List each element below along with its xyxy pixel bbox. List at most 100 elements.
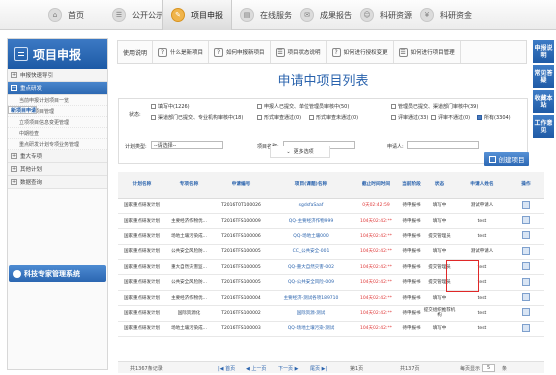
per-page-unit: 条	[502, 366, 508, 372]
first-page-button[interactable]: |◀ 首页	[218, 365, 235, 372]
prev-page-button[interactable]: ◀ 上一页	[246, 365, 266, 372]
plan-type-select[interactable]: --请选择--	[151, 141, 223, 149]
last-page-button[interactable]: 尾页 ▶|	[310, 365, 327, 372]
status-checkbox[interactable]: 形式审查未通过(0)	[309, 114, 358, 121]
page-count: 共137页	[400, 366, 420, 372]
right-nav-button[interactable]: 常见答疑	[533, 65, 554, 88]
sidebar-section[interactable]: + 重大专项	[8, 150, 107, 163]
table-cell[interactable]: 国际资源-测试	[270, 305, 352, 322]
status-checkbox[interactable]: 申报人已提交、单位管理员审核中(50)	[257, 103, 349, 110]
table-header-cell: 截止时间时间	[352, 172, 400, 199]
table-cell: 104天02:42:**	[352, 228, 400, 245]
table-cell: T2016TFS100005	[212, 274, 270, 291]
sidebar-menu: +申报快速导引−重点研发当前申报计划项目一览新项目申请已立项项目管理立项项目信息…	[8, 69, 107, 189]
right-nav-button[interactable]: 收藏本站	[533, 90, 554, 113]
edit-icon[interactable]	[522, 200, 530, 209]
toolbar-help-link[interactable]: ? 如何进行授权变更	[327, 41, 394, 63]
more-options-toggle[interactable]: ⌄ 更多选项	[270, 146, 330, 158]
sidebar-item[interactable]: 重点研发计划专项业务管理	[8, 139, 107, 150]
next-page-button[interactable]: 下一页 ▶	[278, 365, 298, 372]
status-checkbox[interactable]: 管理员已提交、渠道部门审核中(39)	[391, 103, 478, 110]
sidebar-item[interactable]: 中期检查	[8, 128, 107, 139]
sidebar-section[interactable]: − 重点研发	[8, 82, 107, 95]
table-cell[interactable]: QQ-公共安全风险-009	[270, 274, 352, 291]
status-checkbox[interactable]: 评审通过(33)	[391, 114, 428, 121]
table-cell: 填写中	[423, 321, 456, 338]
table-cell: 公共安全风险防...	[166, 274, 212, 291]
sidebar-item[interactable]: 立项项目信息变更管理	[8, 117, 107, 128]
table-cell: 国家重点研发计划	[118, 290, 166, 307]
collapse-icon: −	[11, 85, 17, 91]
topnav-chat[interactable]: ✉ 成果报告	[300, 0, 352, 30]
topnav-announce[interactable]: ☰ 公开公示	[112, 0, 164, 30]
table-cell: 0天02:42:59	[352, 198, 400, 214]
project-table: 计划名称 专项名称 申请编号 项目(课题)名称 截止时间时间 当前阶段 状态 申请人姓名 操作 …	[118, 172, 544, 338]
edit-icon[interactable]	[522, 293, 530, 302]
right-nav-button[interactable]: 工作意见	[533, 115, 554, 138]
table-cell[interactable]: QQ-主要经济作物999	[270, 213, 352, 230]
sidebar-section[interactable]: + 申报快速导引	[8, 69, 107, 82]
user-icon: ☺	[360, 8, 374, 22]
create-project-button[interactable]: 创建项目	[484, 152, 529, 166]
sidebar-title: 项目申报	[33, 47, 82, 62]
edit-icon[interactable]	[522, 216, 530, 225]
status-checkbox[interactable]: 填写中(1226)	[151, 103, 190, 110]
toolbar-help-link[interactable]: ☰ 如何进行项目管理	[394, 41, 461, 63]
status-checkbox[interactable]: 形式审查通过(0)	[257, 114, 301, 121]
table-header-cell: 申请编号	[212, 172, 270, 199]
table-cell: 主要经济作物优...	[166, 290, 212, 307]
table-cell	[508, 213, 544, 230]
status-checkbox[interactable]: 评审不通过(0)	[431, 114, 470, 121]
table-cell[interactable]: 主要经济-测试各项189710	[270, 290, 352, 307]
sidebar-section-label: 重大专项	[20, 154, 43, 160]
edit-icon[interactable]	[522, 323, 530, 332]
per-page-select[interactable]: 5	[482, 364, 496, 372]
plan-type-value: --请选择--	[154, 142, 177, 149]
list-icon: ☰	[275, 47, 285, 57]
edit-icon[interactable]	[522, 231, 530, 240]
toolbar-link-label: 如何进行授权变更	[343, 50, 388, 56]
topnav-pencil[interactable]: ✎ 项目申报	[162, 0, 232, 30]
edit-icon[interactable]	[522, 246, 530, 255]
table-row: 国家重点研发计划 主要经济作物优... T2016TFS100004 主要经济-测试各…	[118, 290, 544, 307]
table-cell: 重大自然灾害监...	[166, 259, 212, 276]
page-title: 申请中项目列表	[277, 74, 369, 89]
topnav-label: 科研资源	[380, 10, 412, 20]
table-cell	[508, 305, 544, 322]
toolbar-help-link[interactable]: ☰ 项目状态说明	[271, 41, 327, 63]
more-options-label: 更多选项	[293, 149, 314, 155]
status-checkbox-label: 申报人已提交、单位管理员审核中(50)	[264, 104, 350, 110]
edit-icon[interactable]	[522, 262, 530, 271]
topnav-money[interactable]: ¥ 科研资金	[420, 0, 472, 30]
status-checkbox[interactable]: 渠道部门已提交、专业机构审核中(18)	[151, 114, 243, 121]
toolbar-link-label: 如何进行项目管理	[410, 50, 455, 56]
chevron-down-icon: ⌄	[286, 148, 291, 155]
table-cell: 场地土壤污染成...	[166, 228, 212, 245]
table-cell[interactable]: QQ-重大自然灾害-002	[270, 259, 352, 276]
sidebar-section[interactable]: + 数据查询	[8, 176, 107, 189]
status-checkbox[interactable]: 所有(3304)	[477, 114, 511, 121]
table-cell: 待申报书	[400, 274, 423, 291]
table-cell[interactable]: CC_公共安全-001	[270, 244, 352, 261]
table-cell: T2016TFS100005	[212, 244, 270, 261]
checkbox-icon	[257, 115, 262, 120]
expert-system-button[interactable]: 科技专家管理系统	[9, 265, 106, 282]
right-nav-button[interactable]: 申报说明	[533, 40, 554, 63]
table-cell[interactable]: QQ-场地土壤污染-测试	[270, 321, 352, 338]
table-header-cell: 专项名称	[166, 172, 212, 199]
sidebar-item[interactable]: 当前申报计划项目一览	[8, 95, 107, 106]
table-cell[interactable]: sgdsfaSaaf	[270, 198, 352, 214]
topnav-bookmark[interactable]: ▤ 在线服务	[240, 0, 292, 30]
sidebar-section[interactable]: + 其他计划	[8, 163, 107, 176]
table-cell[interactable]: QQ-场地土壤000	[270, 228, 352, 245]
topnav-user[interactable]: ☺ 科研资源	[360, 0, 412, 30]
applicant-input[interactable]	[407, 141, 479, 149]
edit-icon[interactable]	[522, 308, 530, 317]
toolbar-help-link[interactable]: ? 如何申报新项目	[209, 41, 271, 63]
topnav-home[interactable]: ⌂ 首页	[48, 0, 84, 30]
edit-icon[interactable]	[522, 277, 530, 286]
toolbar-help-link[interactable]: 使用说明	[118, 41, 154, 63]
table-cell: 填写中	[423, 290, 456, 307]
toolbar-help-link[interactable]: ? 什么是新项目	[153, 41, 210, 63]
sidebar-item[interactable]: 新项目申请	[8, 106, 38, 114]
